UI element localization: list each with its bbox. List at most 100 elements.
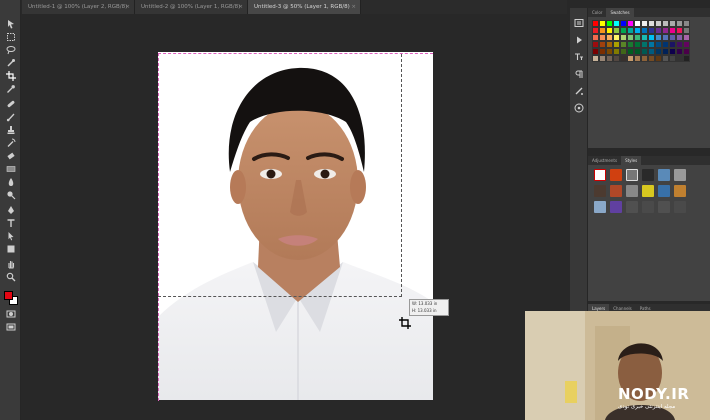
style-none[interactable]	[594, 169, 606, 181]
color-swatch[interactable]	[606, 20, 613, 27]
paragraph-icon[interactable]	[574, 69, 584, 79]
color-swatch[interactable]	[683, 41, 690, 48]
style-thumbnail[interactable]	[674, 185, 686, 197]
style-thumbnail[interactable]	[626, 185, 638, 197]
color-swatch[interactable]	[662, 55, 669, 62]
color-swatch[interactable]	[669, 27, 676, 34]
color-swatch[interactable]	[613, 34, 620, 41]
color-swatch[interactable]	[655, 41, 662, 48]
color-swatch[interactable]	[641, 27, 648, 34]
color-swatch[interactable]	[676, 34, 683, 41]
history-brush-tool-icon[interactable]	[4, 137, 17, 148]
color-swatch[interactable]	[662, 41, 669, 48]
dodge-tool-icon[interactable]	[4, 189, 17, 200]
color-swatch[interactable]	[620, 34, 627, 41]
color-swatch[interactable]	[641, 20, 648, 27]
color-swatch[interactable]	[620, 41, 627, 48]
color-swatch[interactable]	[634, 34, 641, 41]
color-swatch[interactable]	[648, 55, 655, 62]
zoom-tool-icon[interactable]	[4, 271, 17, 282]
color-swatch[interactable]	[606, 55, 613, 62]
tab-color[interactable]: Color	[588, 8, 606, 17]
crop-selection-box[interactable]	[158, 54, 402, 297]
color-swatch[interactable]	[648, 41, 655, 48]
close-icon[interactable]: ×	[238, 0, 243, 14]
color-swatch[interactable]	[592, 27, 599, 34]
color-swatch[interactable]	[627, 27, 634, 34]
eyedropper-tool-icon[interactable]	[4, 83, 17, 94]
color-swatch[interactable]	[634, 27, 641, 34]
history-icon[interactable]	[574, 18, 584, 28]
color-swatch[interactable]	[683, 55, 690, 62]
color-swatch[interactable]	[634, 20, 641, 27]
color-swatch[interactable]	[634, 55, 641, 62]
color-swatch[interactable]	[599, 41, 606, 48]
style-thumbnail[interactable]	[610, 201, 622, 213]
tab-adjustments[interactable]: Adjustments	[588, 156, 621, 165]
type-tool-icon[interactable]	[4, 217, 17, 228]
color-swatch[interactable]	[606, 48, 613, 55]
brush-tool-icon[interactable]	[4, 111, 17, 122]
color-swatch[interactable]	[662, 48, 669, 55]
tab-swatches[interactable]: Swatches	[606, 8, 634, 17]
color-swatch[interactable]	[592, 41, 599, 48]
quick-mask-icon[interactable]	[4, 308, 17, 319]
color-swatch[interactable]	[599, 55, 606, 62]
style-thumbnail[interactable]	[594, 185, 606, 197]
blur-tool-icon[interactable]	[4, 176, 17, 187]
color-swatch[interactable]	[613, 41, 620, 48]
color-swatch[interactable]	[655, 48, 662, 55]
info-icon[interactable]	[574, 103, 584, 113]
eraser-tool-icon[interactable]	[4, 150, 17, 161]
color-swatch[interactable]	[599, 20, 606, 27]
color-swatch[interactable]	[669, 55, 676, 62]
style-thumbnail[interactable]	[610, 185, 622, 197]
color-swatch[interactable]	[592, 48, 599, 55]
foreground-color-swatch[interactable]	[4, 291, 13, 300]
style-thumbnail[interactable]	[626, 169, 638, 181]
color-swatch[interactable]	[683, 34, 690, 41]
color-swatch[interactable]	[627, 48, 634, 55]
color-swatch[interactable]	[655, 27, 662, 34]
color-swatch[interactable]	[662, 20, 669, 27]
quick-selection-tool-icon[interactable]	[4, 57, 17, 68]
healing-brush-tool-icon[interactable]	[4, 98, 17, 109]
color-swatch[interactable]	[655, 20, 662, 27]
color-swatch[interactable]	[669, 48, 676, 55]
document-tab[interactable]: Untitled-1 @ 100% (Layer 2, RGB/8) ×	[22, 0, 135, 14]
color-swatch[interactable]	[669, 20, 676, 27]
move-tool-icon[interactable]	[4, 18, 17, 29]
gradient-tool-icon[interactable]	[4, 163, 17, 174]
color-swatch[interactable]	[599, 27, 606, 34]
color-swatch[interactable]	[620, 27, 627, 34]
color-swatch[interactable]	[627, 20, 634, 27]
color-swatch[interactable]	[606, 41, 613, 48]
color-swatch[interactable]	[676, 41, 683, 48]
color-swatch[interactable]	[676, 20, 683, 27]
style-thumbnail[interactable]	[674, 169, 686, 181]
style-thumbnail[interactable]	[658, 185, 670, 197]
shape-tool-icon[interactable]	[4, 243, 17, 254]
color-swatch[interactable]	[655, 55, 662, 62]
color-swatch[interactable]	[648, 20, 655, 27]
color-swatch[interactable]	[655, 34, 662, 41]
marquee-tool-icon[interactable]	[4, 31, 17, 42]
color-swatch[interactable]	[634, 48, 641, 55]
close-icon[interactable]: ×	[351, 0, 356, 14]
tab-styles[interactable]: Styles	[621, 156, 642, 165]
style-thumbnail[interactable]	[626, 201, 638, 213]
hand-tool-icon[interactable]	[4, 258, 17, 269]
color-swatch[interactable]	[683, 20, 690, 27]
document-tab[interactable]: Untitled-2 @ 100% (Layer 1, RGB/8) ×	[135, 0, 248, 14]
color-swatch[interactable]	[641, 55, 648, 62]
style-thumbnail[interactable]	[594, 201, 606, 213]
color-swatch[interactable]	[648, 48, 655, 55]
close-icon[interactable]: ×	[125, 0, 130, 14]
color-swatch[interactable]	[648, 34, 655, 41]
style-thumbnail[interactable]	[658, 201, 670, 213]
color-swatch[interactable]	[627, 41, 634, 48]
color-swatch[interactable]	[592, 55, 599, 62]
color-swatch[interactable]	[620, 20, 627, 27]
style-thumbnail[interactable]	[642, 185, 654, 197]
style-thumbnail[interactable]	[658, 169, 670, 181]
